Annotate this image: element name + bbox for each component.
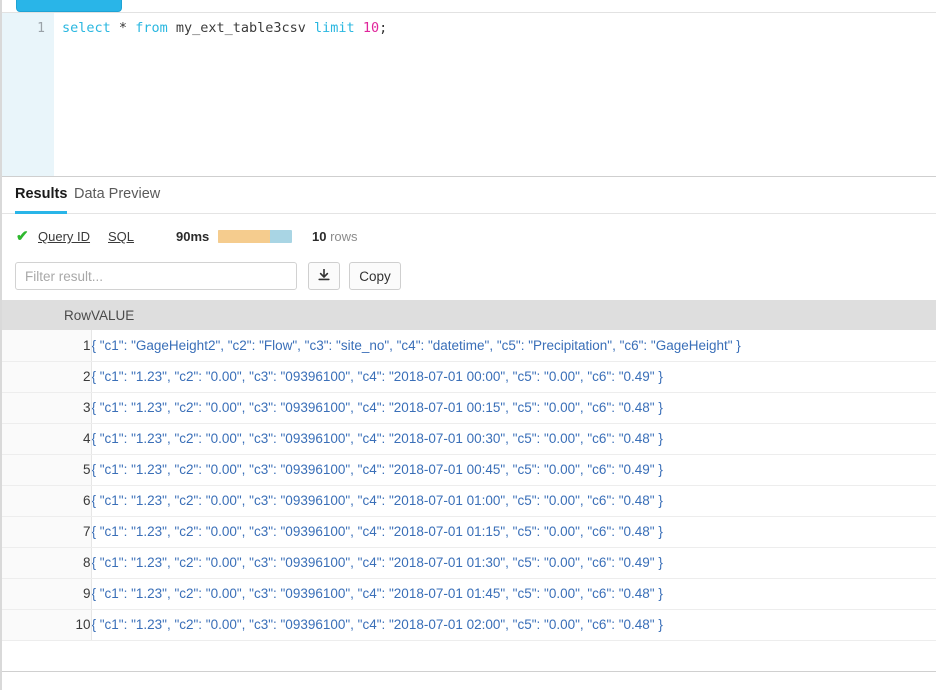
editor-code-area[interactable]: select * from my_ext_table3csv limit 10; (54, 13, 936, 176)
cell-value[interactable]: { "c1": "1.23", "c2": "0.00", "c3": "093… (91, 516, 936, 548)
cell-row-number: 4 (2, 423, 92, 455)
results-table-head: Row VALUE (2, 300, 936, 330)
row-count-number: 10 (312, 229, 327, 244)
filter-input[interactable] (15, 262, 297, 290)
editor-gutter: 1 (2, 13, 54, 176)
cell-row-number: 6 (2, 485, 92, 517)
cell-row-number: 2 (2, 361, 92, 393)
table-row[interactable]: 5{ "c1": "1.23", "c2": "0.00", "c3": "09… (2, 454, 936, 486)
sql-link[interactable]: SQL (108, 228, 134, 246)
query-progress-bar (218, 230, 292, 243)
check-icon: ✔ (16, 228, 29, 245)
query-progress-fill (218, 230, 270, 243)
results-toolbar: Copy (2, 262, 936, 292)
cell-value[interactable]: { "c1": "1.23", "c2": "0.00", "c3": "093… (91, 361, 936, 393)
cell-value[interactable]: { "c1": "1.23", "c2": "0.00", "c3": "093… (91, 423, 936, 455)
sql-keyword-select: select (62, 20, 111, 36)
rows-word: rows (330, 229, 358, 244)
cell-value[interactable]: { "c1": "GageHeight2", "c2": "Flow", "c3… (91, 330, 936, 362)
cell-row-number: 9 (2, 578, 92, 610)
sql-star (111, 20, 119, 36)
cell-row-number: 1 (2, 330, 92, 362)
cell-value[interactable]: { "c1": "1.23", "c2": "0.00", "c3": "093… (91, 454, 936, 486)
sql-operator-star: * (118, 20, 128, 36)
line-number: 1 (37, 21, 45, 36)
column-header-value[interactable]: VALUE (91, 300, 936, 330)
sql-table-name: my_ext_table3csv (175, 20, 306, 36)
download-icon (317, 268, 331, 285)
query-duration: 90ms (176, 229, 210, 244)
tab-results[interactable]: Results (15, 186, 68, 214)
sql-keyword-from: from (135, 20, 168, 36)
query-status-row: ✔ Query ID SQL 90ms 10 rows (2, 226, 936, 250)
cell-value[interactable]: { "c1": "1.23", "c2": "0.00", "c3": "093… (91, 609, 936, 641)
results-table-container: Row VALUE 1{ "c1": "GageHeight2", "c2": … (2, 300, 936, 672)
column-header-row[interactable]: Row (2, 300, 91, 330)
sql-limit-number: 10 (362, 20, 380, 36)
result-tabs: Results Data Preview (2, 178, 936, 214)
run-query-button[interactable] (16, 0, 122, 12)
table-row[interactable]: 6{ "c1": "1.23", "c2": "0.00", "c3": "09… (2, 485, 936, 517)
sql-semicolon: ; (379, 20, 388, 36)
tab-data-preview[interactable]: Data Preview (74, 186, 160, 211)
sql-editor[interactable]: 1 select * from my_ext_table3csv limit 1… (2, 12, 936, 177)
table-header-row: Row VALUE (2, 300, 936, 330)
table-row[interactable]: 4{ "c1": "1.23", "c2": "0.00", "c3": "09… (2, 423, 936, 455)
results-table: Row VALUE 1{ "c1": "GageHeight2", "c2": … (2, 300, 936, 641)
cell-row-number: 5 (2, 454, 92, 486)
cell-row-number: 10 (2, 609, 92, 641)
sql-worksheet: 1 select * from my_ext_table3csv limit 1… (0, 0, 936, 690)
download-button[interactable] (308, 262, 340, 290)
table-row[interactable]: 9{ "c1": "1.23", "c2": "0.00", "c3": "09… (2, 578, 936, 610)
sql-query-line: select * from my_ext_table3csv limit 10; (62, 19, 387, 38)
cell-value[interactable]: { "c1": "1.23", "c2": "0.00", "c3": "093… (91, 392, 936, 424)
row-count-label: 10 rows (312, 228, 358, 246)
worksheet-action-strip (2, 0, 936, 12)
table-row[interactable]: 2{ "c1": "1.23", "c2": "0.00", "c3": "09… (2, 361, 936, 393)
cell-row-number: 8 (2, 547, 92, 579)
sql-keyword-limit: limit (314, 20, 355, 36)
table-row[interactable]: 7{ "c1": "1.23", "c2": "0.00", "c3": "09… (2, 516, 936, 548)
cell-value[interactable]: { "c1": "1.23", "c2": "0.00", "c3": "093… (91, 578, 936, 610)
table-row[interactable]: 8{ "c1": "1.23", "c2": "0.00", "c3": "09… (2, 547, 936, 579)
table-row[interactable]: 1{ "c1": "GageHeight2", "c2": "Flow", "c… (2, 330, 936, 362)
cell-row-number: 7 (2, 516, 92, 548)
results-table-body: 1{ "c1": "GageHeight2", "c2": "Flow", "c… (2, 330, 936, 641)
table-row[interactable]: 3{ "c1": "1.23", "c2": "0.00", "c3": "09… (2, 392, 936, 424)
table-row[interactable]: 10{ "c1": "1.23", "c2": "0.00", "c3": "0… (2, 609, 936, 641)
cell-value[interactable]: { "c1": "1.23", "c2": "0.00", "c3": "093… (91, 547, 936, 579)
cell-row-number: 3 (2, 392, 92, 424)
query-id-link[interactable]: Query ID (38, 228, 90, 246)
cell-value[interactable]: { "c1": "1.23", "c2": "0.00", "c3": "093… (91, 485, 936, 517)
copy-button[interactable]: Copy (349, 262, 401, 290)
